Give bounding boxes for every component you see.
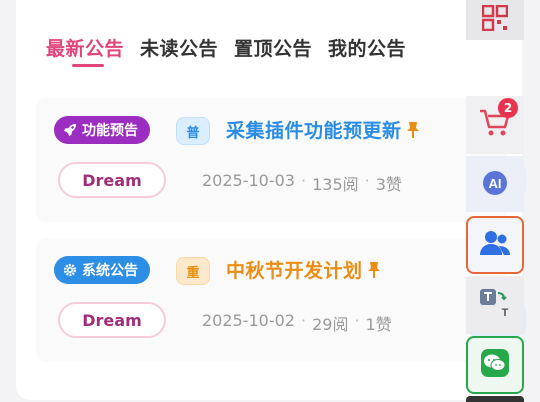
author-button[interactable]: Dream <box>58 302 166 338</box>
category-badge: 功能预告 <box>54 116 150 144</box>
separator: · <box>300 171 307 190</box>
pin-icon <box>367 261 381 279</box>
tab-mine[interactable]: 我的公告 <box>328 34 406 61</box>
tab-unread[interactable]: 未读公告 <box>140 34 218 61</box>
users-button[interactable] <box>466 216 524 274</box>
separator: · <box>300 311 307 330</box>
author-button[interactable]: Dream <box>58 162 166 198</box>
pin-icon <box>406 121 420 139</box>
separator: · <box>354 311 360 330</box>
sidebar-bottom-edge <box>466 396 524 402</box>
category-label: 系统公告 <box>82 263 138 279</box>
translate-button[interactable]: T <box>466 276 524 334</box>
category-label: 功能预告 <box>82 123 138 139</box>
qr-code-button[interactable] <box>466 0 524 40</box>
rocket-icon <box>62 122 78 138</box>
ai-assistant-button[interactable]: AI <box>466 156 524 212</box>
active-tab-indicator <box>72 64 104 67</box>
notice-card[interactable]: 功能预告 普 采集插件功能预更新 Dream 2025-10-03 · 135阅… <box>36 98 526 222</box>
translate-icon: T <box>478 287 512 323</box>
notice-date: 2025-10-03 <box>202 171 295 190</box>
svg-text:T: T <box>502 307 509 319</box>
ai-icon: AI <box>478 167 512 201</box>
notice-reads: 135阅 <box>312 175 359 194</box>
notice-meta: 2025-10-02 · 29阅 · 1赞 <box>202 311 392 335</box>
wechat-icon <box>479 347 511 383</box>
notice-title[interactable]: 采集插件功能预更新 <box>226 116 420 143</box>
users-icon <box>479 228 511 262</box>
svg-text:AI: AI <box>489 176 502 191</box>
qr-code-icon <box>481 4 509 35</box>
level-badge: 重 <box>176 257 210 285</box>
tab-pinned[interactable]: 置顶公告 <box>234 34 312 61</box>
notice-panel: 最新公告 未读公告 置顶公告 我的公告 功能预告 普 采集插件功能预更新 Dre… <box>16 0 526 400</box>
notice-meta: 2025-10-03 · 135阅 · 3赞 <box>202 171 402 195</box>
level-badge: 普 <box>176 117 210 145</box>
notice-title-text: 采集插件功能预更新 <box>226 120 402 142</box>
notice-card[interactable]: 系统公告 重 中秋节开发计划 Dream 2025-10-02 · 29阅 · … <box>36 238 526 362</box>
wechat-button[interactable] <box>466 336 524 394</box>
separator: · <box>364 171 370 190</box>
gear-icon <box>62 262 78 278</box>
notice-title[interactable]: 中秋节开发计划 <box>226 256 381 283</box>
notice-title-text: 中秋节开发计划 <box>226 260 363 282</box>
cart-count-badge: 2 <box>498 98 518 118</box>
category-badge: 系统公告 <box>54 256 150 284</box>
notice-reads: 29阅 <box>312 315 349 334</box>
cart-button[interactable]: 2 <box>466 96 524 154</box>
notice-date: 2025-10-02 <box>202 311 295 330</box>
tab-latest[interactable]: 最新公告 <box>46 34 124 61</box>
notice-likes: 3赞 <box>375 175 402 194</box>
notice-tabs: 最新公告 未读公告 置顶公告 我的公告 <box>46 34 422 61</box>
notice-likes: 1赞 <box>365 315 392 334</box>
